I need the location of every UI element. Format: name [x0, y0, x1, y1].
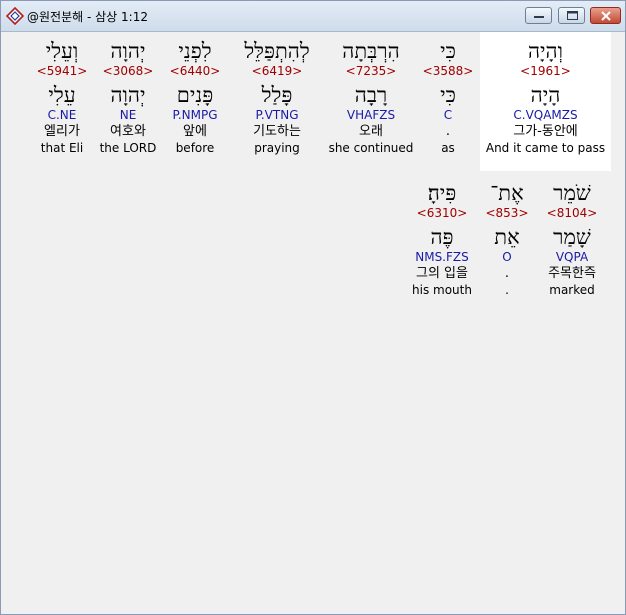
lemma-word: פֶּה: [430, 225, 454, 249]
hebrew-word: פִּיהָ׃: [427, 181, 457, 205]
strong-number[interactable]: <3068>: [96, 64, 160, 78]
strong-number[interactable]: <6419>: [230, 64, 324, 78]
title-bar[interactable]: @원전분해 - 삼상 1:12: [1, 1, 625, 32]
close-icon: [601, 11, 611, 21]
word-block[interactable]: אֶת־ <853> אֵת O . .: [482, 174, 532, 313]
english-gloss: that Eli: [40, 141, 84, 155]
english-gloss: marked: [549, 283, 595, 297]
strong-number[interactable]: <1961>: [480, 64, 611, 78]
strong-number[interactable]: <853>: [482, 206, 532, 220]
parse-code: P.VTNG: [255, 108, 299, 122]
word-block[interactable]: יְהוָה <3068> יְהוָה NE 여호와 the LORD: [96, 32, 160, 171]
close-button[interactable]: [590, 7, 621, 24]
english-gloss: .: [505, 283, 509, 297]
word-block[interactable]: וְעֵלִי <5941> עֵלִי C.NE 엘리가 that Eli: [34, 32, 90, 171]
app-diamond-icon: [6, 7, 24, 25]
korean-gloss: 주목한즉: [548, 266, 596, 281]
korean-gloss: 오래: [359, 124, 383, 139]
hebrew-word: וְהָיָה: [527, 39, 564, 63]
english-gloss: she continued: [328, 141, 414, 155]
strong-number[interactable]: <3588>: [418, 64, 478, 78]
parse-code: C.NE: [47, 108, 77, 122]
hebrew-word: יְהוָה: [110, 39, 146, 63]
strong-number[interactable]: <6440>: [164, 64, 226, 78]
korean-gloss: 여호와: [110, 124, 146, 139]
parse-code: C.VQAMZS: [513, 108, 578, 122]
app-window: @원전분해 - 삼상 1:12 וְהָיָה <1961> הָיָה C.V…: [0, 0, 626, 615]
lemma-word: כִּי: [440, 83, 456, 107]
hebrew-word: שֹׁמֵר: [553, 181, 591, 205]
korean-gloss: 앞에: [183, 124, 207, 139]
word-block[interactable]: הִרְבְּתָה <7235> רָבָה VHAFZS 오래 she co…: [326, 32, 416, 171]
english-gloss: And it came to pass: [485, 141, 606, 155]
lemma-word: פָּלַל: [261, 83, 293, 107]
maximize-icon: [567, 11, 578, 20]
hebrew-word: אֶת־: [490, 181, 524, 205]
lemma-word: אֵת: [494, 225, 520, 249]
hebrew-word: כִּי: [440, 39, 456, 63]
parse-code: C: [443, 108, 453, 122]
parse-code: P.NMPG: [172, 108, 218, 122]
strong-number[interactable]: <6310>: [406, 206, 478, 220]
lemma-word: רָבָה: [354, 83, 388, 107]
word-block[interactable]: פִּיהָ׃ <6310> פֶּה NMS.FZS 그의 입을 his mo…: [406, 174, 478, 313]
parse-code: VQPA: [555, 250, 589, 264]
word-block[interactable]: וְהָיָה <1961> הָיָה C.VQAMZS 그가-동안에 And…: [480, 32, 611, 171]
word-block[interactable]: לְהִתְפַּלֵּל <6419> פָּלַל P.VTNG 기도하는 …: [230, 32, 324, 171]
word-block[interactable]: כִּי <3588> כִּי C . as: [418, 32, 478, 171]
lemma-word: שָׁמַר: [553, 225, 591, 249]
english-gloss: before: [175, 141, 215, 155]
lemma-word: פָּנִים: [176, 83, 214, 107]
minimize-icon: [534, 16, 544, 18]
hebrew-word: הִרְבְּתָה: [342, 39, 400, 63]
word-block[interactable]: שֹׁמֵר <8104> שָׁמַר VQPA 주목한즉 marked: [538, 174, 606, 313]
strong-number[interactable]: <5941>: [34, 64, 90, 78]
parse-code: O: [502, 250, 512, 264]
english-gloss: praying: [254, 141, 300, 155]
strong-number[interactable]: <7235>: [326, 64, 416, 78]
english-gloss: his mouth: [412, 283, 472, 297]
english-gloss: the LORD: [99, 141, 157, 155]
parse-code: VHAFZS: [346, 108, 396, 122]
parse-code: NE: [119, 108, 137, 122]
korean-gloss: .: [504, 266, 510, 281]
word-block[interactable]: לִפְנֵי <6440> פָּנִים P.NMPG 앞에 before: [164, 32, 226, 171]
hebrew-word: לִפְנֵי: [178, 39, 212, 63]
parse-code: NMS.FZS: [415, 250, 469, 264]
maximize-button[interactable]: [558, 7, 585, 24]
strong-number[interactable]: <8104>: [538, 206, 606, 220]
lemma-word: יְהוָה: [110, 83, 146, 107]
hebrew-word: לְהִתְפַּלֵּל: [244, 39, 310, 63]
hebrew-word: וְעֵלִי: [45, 39, 79, 63]
window-title: @원전분해 - 삼상 1:12: [27, 10, 148, 24]
english-gloss: as: [441, 141, 455, 155]
minimize-button[interactable]: [525, 7, 552, 24]
korean-gloss: 그의 입을: [416, 266, 468, 281]
lemma-word: עֵלִי: [48, 83, 76, 107]
lemma-word: הָיָה: [530, 83, 561, 107]
korean-gloss: 기도하는: [253, 124, 301, 139]
korean-gloss: .: [445, 124, 451, 139]
korean-gloss: 엘리가: [44, 124, 80, 139]
korean-gloss: 그가-동안에: [513, 124, 578, 139]
interlinear-panel: וְהָיָה <1961> הָיָה C.VQAMZS 그가-동안에 And…: [2, 32, 624, 614]
